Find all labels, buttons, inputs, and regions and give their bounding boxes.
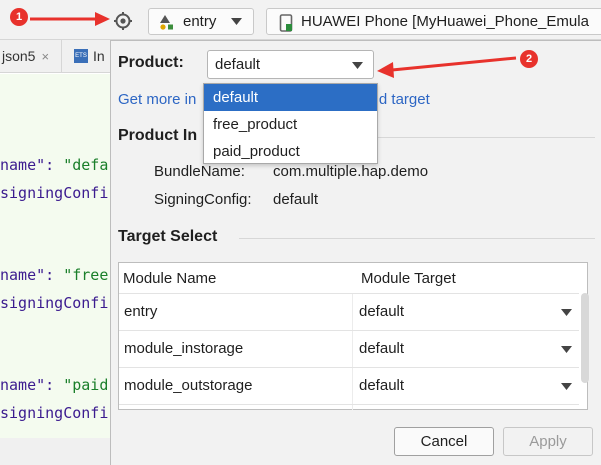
code-line: signingConfi [0, 184, 109, 202]
chevron-down-icon [352, 62, 363, 69]
tab-index-ets[interactable]: ETS In [70, 40, 110, 72]
editor-tab-bar: json5 × ETS In [0, 40, 110, 73]
module-name-cell: module_outstorage [124, 377, 253, 394]
product-label: Product: [118, 54, 184, 71]
target-device-icon[interactable] [113, 11, 133, 31]
tab-json5[interactable]: json5 × [0, 40, 62, 72]
column-header-module-target: Module Target [361, 270, 456, 287]
divider [373, 137, 595, 138]
code-line: signingConfi [0, 404, 109, 422]
signing-config-key: SigningConfig: [154, 191, 252, 208]
product-dropdown-list: default free_product paid_product [203, 83, 378, 164]
dropdown-option-default[interactable]: default [204, 84, 377, 111]
product-target-panel: Product: default Get more in ct and targe… [110, 40, 601, 465]
divider [239, 238, 595, 239]
chevron-down-icon [561, 383, 572, 390]
tab-json5-label: json5 [2, 48, 36, 64]
table-scrollbar[interactable] [581, 293, 589, 383]
product-select[interactable]: default [207, 50, 374, 79]
code-line: name": "free [0, 266, 109, 284]
signing-config-value: default [273, 191, 319, 208]
module-target-value: default [359, 303, 405, 320]
target-select-title: Target Select [118, 228, 218, 245]
module-icon [160, 14, 173, 30]
target-table: Module Name Module Target entry default … [118, 262, 589, 410]
bundle-name-key: BundleName: [154, 163, 245, 180]
entry-module-select[interactable]: entry [148, 8, 254, 35]
phone-icon [279, 14, 293, 32]
row-divider [119, 367, 579, 368]
code-line: signingConfi [0, 294, 109, 312]
module-target-value: default [359, 340, 405, 357]
column-header-module-name: Module Name [123, 270, 217, 287]
dropdown-option-paid-product[interactable]: paid_product [204, 138, 377, 165]
code-editor[interactable]: name": "defa signingConfi name": "free s… [0, 74, 110, 465]
chevron-down-icon [561, 346, 572, 353]
module-name-cell: module_instorage [124, 340, 244, 357]
row-divider [119, 404, 579, 405]
chevron-down-icon [561, 309, 572, 316]
row-divider [119, 330, 579, 331]
toolbar: 1 entry HUAWEI Phone [MyHuawei_Phone_Emu… [0, 0, 601, 40]
tab-index-label: In [93, 48, 105, 64]
module-target-select[interactable]: default [359, 377, 574, 401]
module-target-select[interactable]: default [359, 340, 574, 364]
entry-module-label: entry [183, 13, 217, 30]
chevron-down-icon [231, 18, 242, 25]
product-info-title: Product In [118, 127, 198, 144]
cancel-button[interactable]: Cancel [394, 427, 494, 456]
apply-button[interactable]: Apply [503, 427, 593, 456]
annotation-badge-2: 2 [520, 50, 538, 68]
code-line: name": "defa [0, 156, 109, 174]
close-icon[interactable]: × [41, 49, 49, 64]
row-divider [119, 293, 579, 294]
bundle-name-value: com.multiple.hap.demo [273, 163, 429, 180]
column-divider [352, 293, 353, 410]
module-target-value: default [359, 377, 405, 394]
module-target-select[interactable]: default [359, 303, 574, 327]
dropdown-option-free-product[interactable]: free_product [204, 111, 377, 138]
device-select[interactable]: HUAWEI Phone [MyHuawei_Phone_Emula [266, 8, 601, 35]
product-select-value: default [215, 56, 261, 73]
annotation-badge-1: 1 [10, 8, 28, 26]
code-line: name": "paid [0, 376, 109, 394]
editor-status-strip [0, 438, 110, 465]
ets-file-icon: ETS [74, 49, 88, 63]
device-label: HUAWEI Phone [MyHuawei_Phone_Emula [301, 13, 589, 30]
module-name-cell: entry [124, 303, 158, 320]
